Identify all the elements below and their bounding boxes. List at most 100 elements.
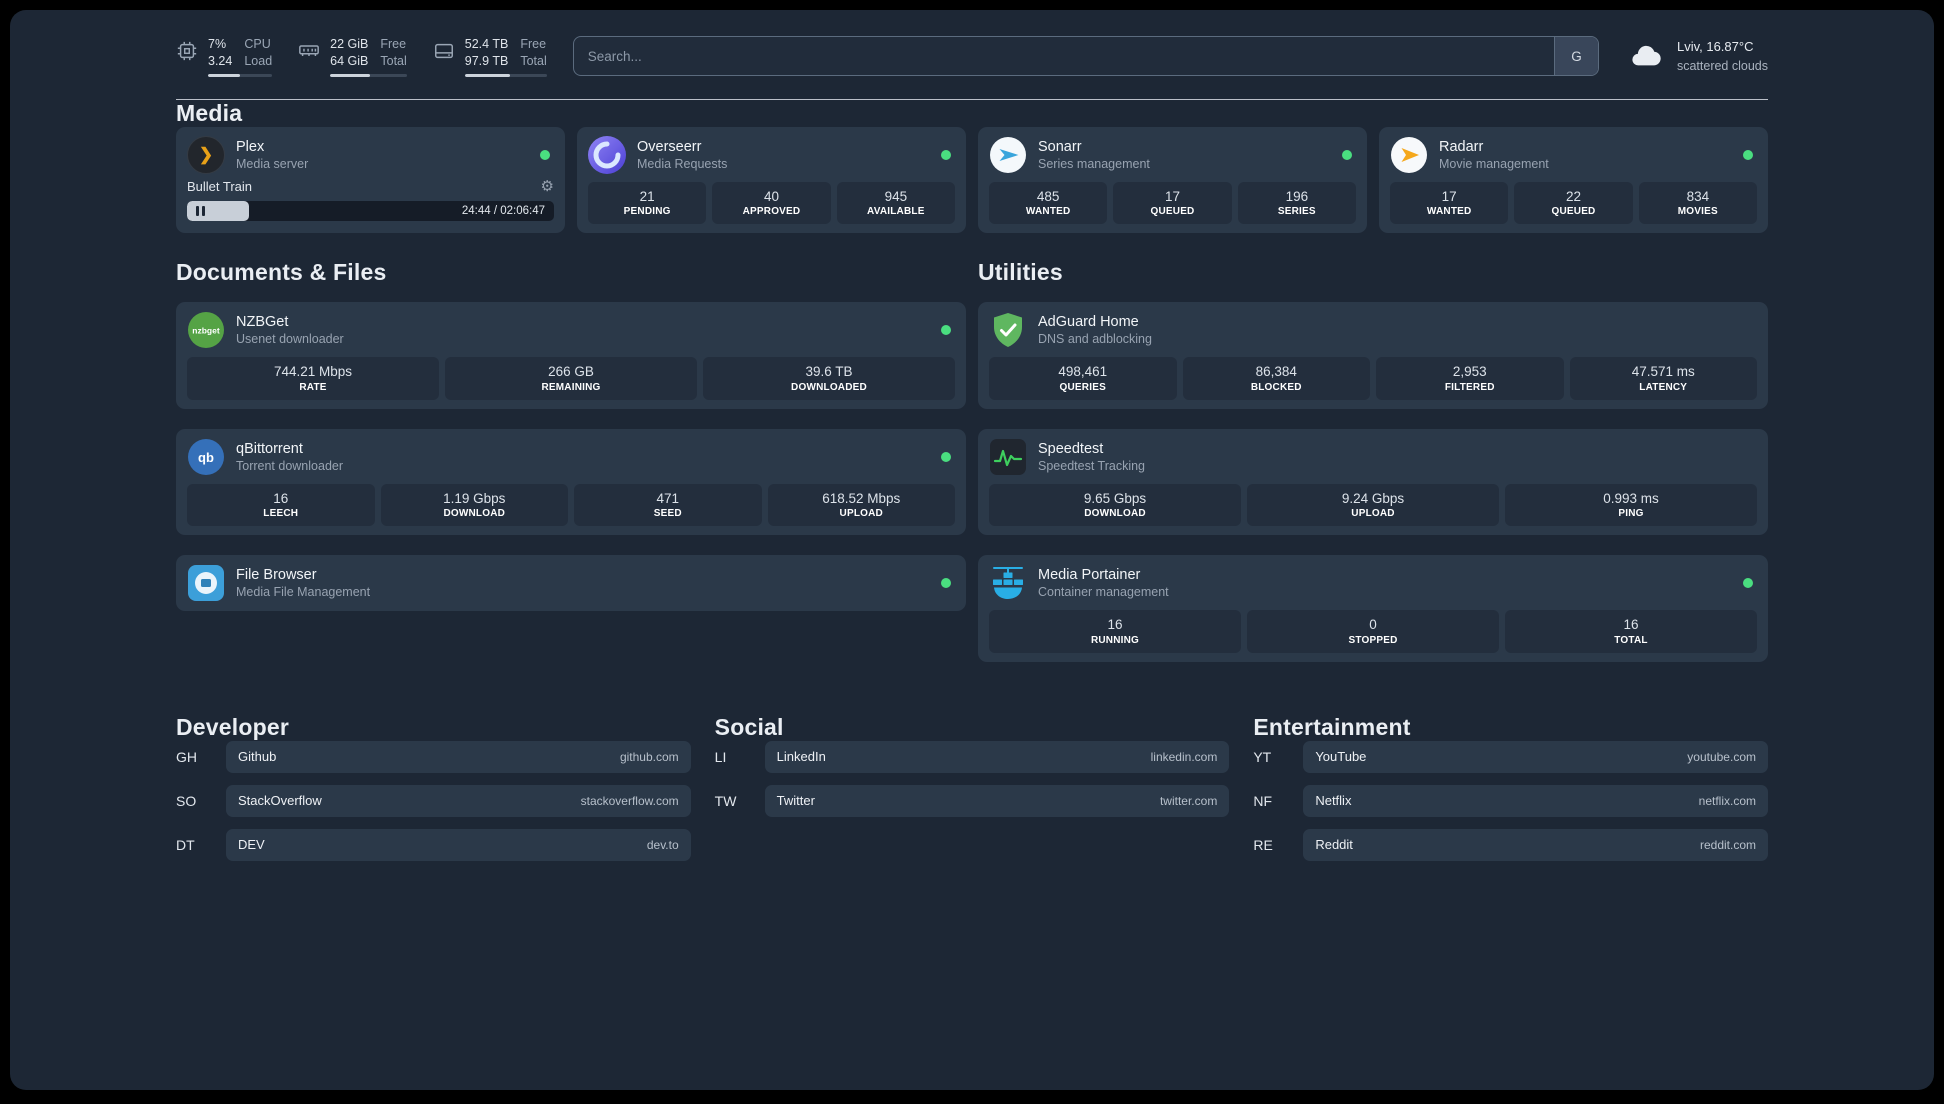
stat-tile: 21 PENDING — [588, 181, 707, 225]
top-bar: 7% 3.24 CPU Load 22 GiB 64 GiB Free Tota… — [176, 36, 1768, 77]
stat-tile: 17 QUEUED — [1113, 181, 1232, 225]
service-card-qbittorrent[interactable]: qb qBittorrent Torrent downloader 16 LEE… — [176, 428, 966, 536]
disk-label-bottom: Total — [520, 53, 547, 68]
playback-time: 24:44 / 02:06:47 — [461, 204, 545, 217]
bookmark-abbr: NF — [1253, 792, 1272, 809]
service-name: Overseerr — [637, 138, 702, 155]
stat-tile: 498,461 QUERIES — [989, 357, 1177, 400]
section-title-media: Media — [176, 99, 243, 126]
service-card-sonarr[interactable]: Sonarr Series management 485 WANTED 17 Q… — [978, 126, 1367, 234]
stat-tile: 0 STOPPED — [1247, 610, 1499, 653]
stat-tile: 196 SERIES — [1237, 181, 1356, 225]
section-title-social: Social — [714, 713, 784, 740]
svg-text:qb: qb — [198, 450, 214, 465]
stat-tile: 834 MOVIES — [1638, 181, 1757, 225]
bookmark-row: LI LinkedIn linkedin.com — [715, 740, 1230, 773]
documents-column: Documents & Files nzbget NZBGet Usenet d… — [176, 259, 966, 612]
service-card-filebrowser[interactable]: File Browser Media File Management — [176, 555, 966, 612]
utilities-column: Utilities AdGuard Home DNS and adblockin… — [978, 259, 1768, 662]
memory-icon — [299, 45, 320, 57]
service-card-plex[interactable]: ❯ Plex Media server Bullet Train ⚙ 24:44… — [176, 126, 565, 234]
disk-icon — [434, 43, 453, 59]
service-name: Radarr — [1439, 138, 1484, 155]
service-desc: Media server — [236, 156, 309, 171]
memory-usage-bar — [330, 73, 407, 77]
service-name: NZBGet — [236, 314, 289, 331]
overseerr-icon — [588, 135, 626, 174]
service-name: qBittorrent — [236, 440, 303, 457]
service-name: Plex — [236, 138, 265, 155]
search-input[interactable] — [572, 36, 1599, 77]
search-provider-button[interactable]: G — [1553, 37, 1598, 76]
stat-tile: 16 RUNNING — [989, 610, 1241, 653]
disk-widget: 52.4 TB 97.9 TB Free Total — [433, 36, 547, 77]
service-desc: Media Requests — [637, 156, 728, 171]
stat-tile: 618.52 Mbps UPLOAD — [767, 483, 955, 527]
pause-button[interactable] — [196, 205, 205, 216]
disk-usage-bar — [464, 73, 547, 77]
bookmark-dev[interactable]: DEV dev.to — [226, 828, 691, 861]
disk-label-top: Free — [520, 37, 547, 51]
service-card-nzbget[interactable]: nzbget NZBGet Usenet downloader 744.21 M… — [176, 302, 966, 409]
section-title-developer: Developer — [176, 713, 290, 740]
playback-progress-bar[interactable]: 24:44 / 02:06:47 — [187, 200, 554, 221]
svg-text:nzbget: nzbget — [192, 326, 220, 336]
section-title-documents: Documents & Files — [176, 259, 387, 286]
search-bar: G — [572, 36, 1599, 77]
service-name: File Browser — [236, 567, 317, 584]
bookmark-stackoverflow[interactable]: StackOverflow stackoverflow.com — [226, 784, 691, 817]
bookmark-row: RE Reddit reddit.com — [1253, 828, 1768, 861]
bookmark-group-developer: Developer GH Github github.com SO StackO… — [176, 714, 691, 873]
bookmark-abbr: TW — [714, 792, 737, 809]
header-divider — [176, 98, 1768, 100]
stat-tile: 9.65 Gbps DOWNLOAD — [989, 483, 1241, 527]
status-dot — [540, 149, 550, 160]
bookmark-row: SO StackOverflow stackoverflow.com — [176, 784, 691, 817]
service-desc: DNS and adblocking — [1038, 332, 1152, 347]
bookmark-row: DT DEV dev.to — [176, 828, 691, 861]
stat-tile: 0.993 ms PING — [1505, 483, 1757, 527]
bookmark-netflix[interactable]: Netflix netflix.com — [1303, 784, 1768, 817]
service-desc: Media File Management — [236, 585, 371, 600]
bookmark-row: YT YouTube youtube.com — [1253, 740, 1768, 773]
weather-condition: scattered clouds — [1676, 58, 1768, 73]
section-title-entertainment: Entertainment — [1253, 713, 1411, 740]
plex-icon: ❯ — [187, 135, 225, 174]
filebrowser-icon — [187, 564, 225, 602]
player-settings-icon[interactable]: ⚙ — [541, 179, 554, 194]
service-desc: Series management — [1038, 156, 1150, 171]
service-card-radarr[interactable]: Radarr Movie management 17 WANTED 22 QUE… — [1379, 126, 1768, 234]
stat-tile: 266 GB REMAINING — [445, 357, 697, 400]
service-card-adguard[interactable]: AdGuard Home DNS and adblocking 498,461 … — [978, 302, 1768, 409]
service-desc: Speedtest Tracking — [1038, 458, 1146, 473]
stat-tile: 39.6 TB DOWNLOADED — [703, 357, 955, 400]
cpu-label-bottom: Load — [244, 53, 273, 68]
stat-tile: 2,953 FILTERED — [1376, 357, 1564, 400]
bookmark-github[interactable]: Github github.com — [226, 740, 691, 773]
bookmark-youtube[interactable]: YouTube youtube.com — [1303, 740, 1768, 773]
speedtest-icon — [989, 438, 1027, 476]
stat-tile: 471 SEED — [574, 483, 762, 527]
service-card-overseerr[interactable]: Overseerr Media Requests 21 PENDING 40 A… — [577, 126, 966, 234]
status-dot — [941, 325, 951, 336]
cloud-icon — [1632, 46, 1661, 66]
bookmark-twitter[interactable]: Twitter twitter.com — [764, 784, 1230, 817]
memory-label-bottom: Total — [380, 53, 407, 68]
stat-tile: 744.21 Mbps RATE — [187, 357, 439, 400]
disk-free-value: 52.4 TB — [464, 37, 509, 51]
stat-tile: 9.24 Gbps UPLOAD — [1247, 483, 1499, 527]
bookmark-reddit[interactable]: Reddit reddit.com — [1303, 828, 1768, 861]
memory-total-value: 64 GiB — [330, 53, 369, 68]
bookmark-linkedin[interactable]: LinkedIn linkedin.com — [764, 740, 1230, 773]
status-dot — [1743, 149, 1753, 160]
stat-tile: 945 AVAILABLE — [836, 181, 955, 225]
now-playing-title: Bullet Train — [187, 178, 253, 194]
stat-tile: 40 APPROVED — [712, 181, 831, 225]
service-card-speedtest[interactable]: Speedtest Speedtest Tracking 9.65 Gbps D… — [978, 428, 1768, 536]
service-card-portainer[interactable]: Media Portainer Container management 16 … — [978, 555, 1768, 662]
qbittorrent-icon: qb — [187, 438, 225, 476]
bookmark-abbr: RE — [1253, 836, 1273, 853]
stat-tile: 86,384 BLOCKED — [1182, 357, 1370, 400]
radarr-icon — [1390, 136, 1428, 174]
status-dot — [1743, 578, 1753, 589]
